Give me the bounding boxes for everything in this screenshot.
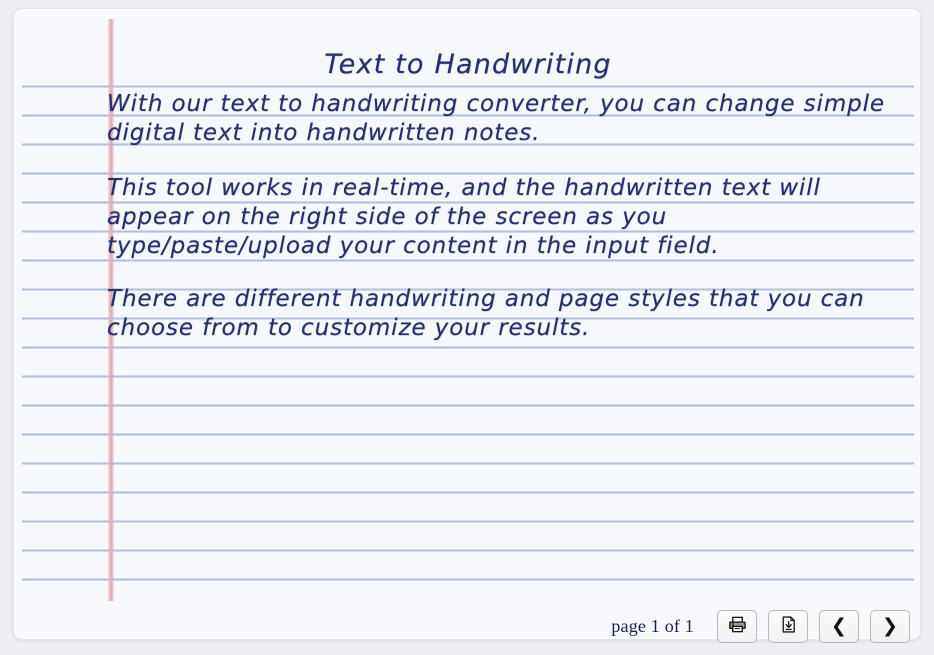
next-page-button[interactable]: ❯ xyxy=(870,609,910,643)
print-button[interactable] xyxy=(717,609,757,643)
handwritten-line: There are different handwriting and page… xyxy=(107,286,865,312)
handwritten-line: With our text to handwriting converter, … xyxy=(107,91,885,117)
page-indicator: page 1 of 1 xyxy=(611,615,694,636)
chevron-left-icon: ❮ xyxy=(831,614,847,637)
previous-page-button[interactable]: ❮ xyxy=(819,609,859,643)
printer-icon xyxy=(728,615,747,637)
handwritten-line: type/paste/upload your content in the in… xyxy=(107,233,720,259)
handwritten-content: Text to Handwriting With our text to han… xyxy=(14,9,920,587)
page-toolbar: page 1 of 1 ❮ ❯ xyxy=(0,597,934,655)
handwritten-line: choose from to customize your results. xyxy=(107,315,591,341)
page-title: Text to Handwriting xyxy=(324,49,612,80)
download-button[interactable] xyxy=(768,609,808,643)
handwritten-line: digital text into handwritten notes. xyxy=(107,120,541,146)
download-file-icon xyxy=(779,615,798,637)
handwritten-line: appear on the right side of the screen a… xyxy=(107,204,668,230)
handwritten-line: This tool works in real-time, and the ha… xyxy=(107,175,821,201)
handwriting-preview-app: Text to Handwriting With our text to han… xyxy=(0,0,934,655)
chevron-right-icon: ❯ xyxy=(882,614,898,637)
notebook-page: Text to Handwriting With our text to han… xyxy=(13,8,921,640)
